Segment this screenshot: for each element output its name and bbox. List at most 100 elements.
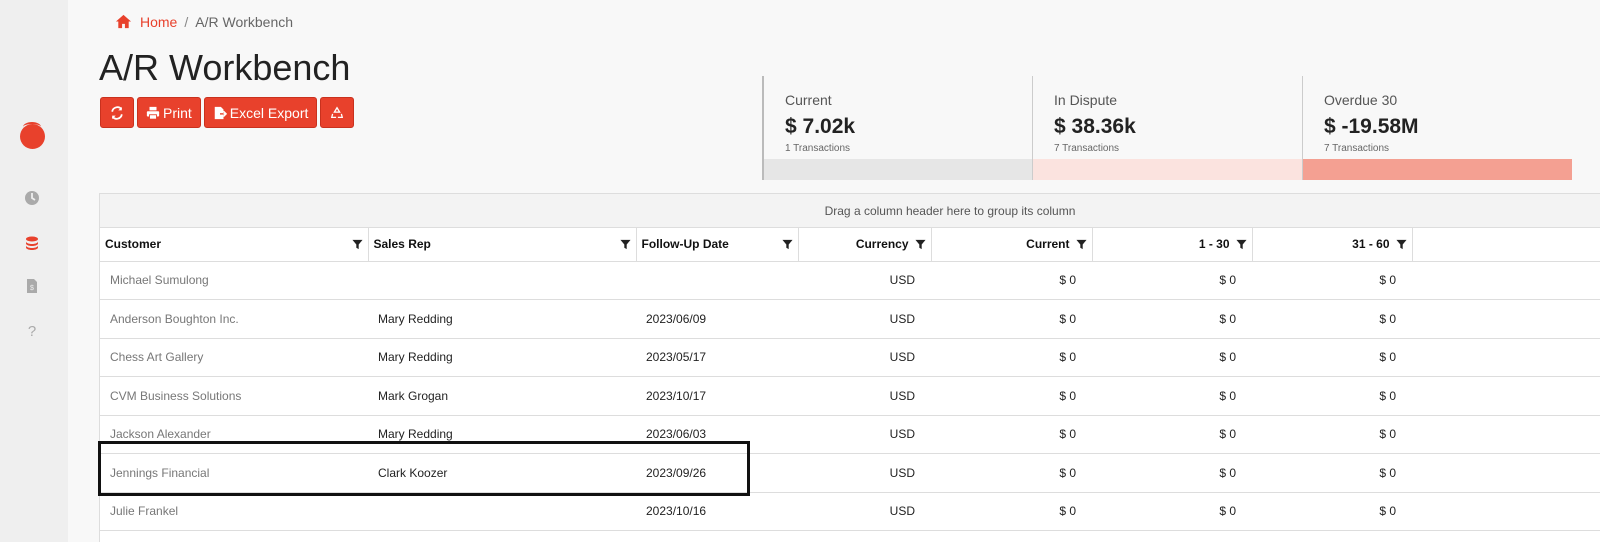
- kpi-bar: [1033, 159, 1302, 180]
- table-row[interactable]: Anderson Boughton Inc. Mary Redding 2023/0…: [100, 299, 1600, 339]
- table-cell: [368, 261, 636, 300]
- refresh-button[interactable]: [100, 97, 134, 128]
- table-cell: Mark Grogan: [368, 376, 636, 416]
- column-header[interactable]: Current: [931, 228, 1093, 262]
- table-cell: $ 0: [1092, 376, 1252, 416]
- svg-text:$: $: [30, 285, 34, 292]
- table-cell: $ 0: [931, 453, 1092, 493]
- page-title: A/R Workbench: [99, 47, 351, 88]
- table-cell: $ 0: [1252, 376, 1412, 416]
- filter-icon[interactable]: [351, 239, 363, 250]
- table-header-row: Customer Sales Rep Follow-Up Date Currency C…: [100, 228, 1600, 262]
- table-cell: $ 0: [1092, 299, 1252, 339]
- app-logo[interactable]: [20, 122, 45, 149]
- table-cell: [636, 261, 798, 300]
- table-cell: $ 0: [1412, 261, 1600, 300]
- group-drop-panel[interactable]: Drag a column header here to group its c…: [100, 194, 1600, 228]
- table-cell: $ 0: [1412, 453, 1600, 493]
- column-header-label: Currency: [855, 237, 909, 252]
- table-cell: $ 0: [1092, 453, 1252, 493]
- kpi-card-current[interactable]: Current $ 7.02k 1 Transactions: [762, 76, 1032, 180]
- filter-icon[interactable]: [1395, 239, 1407, 250]
- column-header[interactable]: 31 - 60: [1252, 228, 1413, 262]
- kpi-bar: [1303, 159, 1572, 180]
- table-cell: $ 0: [1092, 415, 1252, 454]
- table-row[interactable]: Jennings Financial Clark Koozer 2023/09/26…: [100, 453, 1600, 493]
- column-header-label: Customer: [105, 237, 162, 252]
- table-row[interactable]: Chess Art Gallery Mary Redding 2023/05/17 U…: [100, 338, 1600, 377]
- table-cell: 2023/10/17: [636, 376, 798, 416]
- table-cell: $ 0: [931, 376, 1092, 416]
- excel-export-button[interactable]: Excel Export: [203, 97, 318, 128]
- dashboard-icon[interactable]: [22, 188, 42, 208]
- table-row[interactable]: Michael SumulongUSD$ 0$ 0$ 0$ 0: [100, 261, 1600, 300]
- refresh-icon: [111, 105, 123, 120]
- kpi-label: Current: [785, 92, 832, 108]
- table-cell: Mary Redding: [368, 415, 636, 454]
- column-header[interactable]: Sales Rep: [368, 228, 637, 262]
- column-header-label: Current: [1026, 237, 1070, 252]
- table-cell: $ 0: [1092, 261, 1252, 300]
- table-cell[interactable]: Jackson Alexander: [100, 415, 368, 454]
- breadcrumb-current: A/R Workbench: [195, 13, 294, 30]
- kpi-value: $ 38.36k: [1054, 115, 1136, 138]
- table-cell[interactable]: Anderson Boughton Inc.: [100, 299, 368, 339]
- filter-icon[interactable]: [1075, 239, 1087, 250]
- column-header[interactable]: 1 - 30: [1092, 228, 1253, 262]
- table-cell: $ 0: [1252, 261, 1412, 300]
- kpi-card-overdue-30[interactable]: Overdue 30 $ -19.58M 7 Transactions: [1302, 76, 1572, 180]
- column-header[interactable]: Customer: [100, 228, 369, 262]
- table-cell[interactable]: Chess Art Gallery: [100, 338, 368, 377]
- table-row[interactable]: Jackson Alexander Mary Redding 2023/06/03 U…: [100, 415, 1600, 454]
- filter-icon[interactable]: [781, 239, 793, 250]
- table-cell: $ 0: [931, 261, 1092, 300]
- print-button[interactable]: Print: [137, 97, 201, 128]
- table-cell[interactable]: CVM Business Solutions: [100, 376, 368, 416]
- table-cell: $ 0: [1252, 453, 1412, 493]
- help-icon[interactable]: ?: [22, 321, 42, 341]
- kpi-card-in-dispute[interactable]: In Dispute $ 38.36k 7 Transactions: [1032, 76, 1302, 180]
- table-cell[interactable]: Michael Sumulong: [100, 261, 368, 300]
- table-cell: $ 0: [931, 338, 1092, 377]
- table-cell: USD: [798, 376, 931, 416]
- table-cell: Mary Redding: [368, 299, 636, 339]
- table-cell: [368, 492, 636, 531]
- column-header[interactable]: Follow-Up Date: [636, 228, 799, 262]
- table-row[interactable]: Julie Frankel2023/10/16USD$ 0$ 0$ 0$ 0: [100, 492, 1600, 531]
- filter-icon[interactable]: [619, 239, 631, 250]
- table-cell: $ 0: [1412, 415, 1600, 454]
- table-cell: $ 0: [1412, 338, 1600, 377]
- recycle-button[interactable]: [320, 97, 355, 128]
- table-cell: USD: [798, 299, 931, 339]
- ar-grid: Drag a column header here to group its c…: [99, 193, 1600, 542]
- table-cell: USD: [798, 453, 931, 493]
- file-export-icon: [214, 106, 227, 119]
- table-cell: $ 0: [1252, 299, 1412, 339]
- table-cell: $ 0: [1252, 338, 1412, 377]
- table-cell: $ 0: [1412, 376, 1600, 416]
- filter-icon[interactable]: [1235, 239, 1247, 250]
- printer-icon: [146, 106, 160, 120]
- column-header[interactable]: 61 - 90: [1412, 228, 1600, 262]
- invoice-icon[interactable]: $: [22, 276, 42, 296]
- table-cell: $ 0: [1252, 415, 1412, 454]
- column-header-label: 31 - 60: [1352, 237, 1390, 252]
- home-icon[interactable]: [115, 13, 132, 30]
- table-cell: $ 0: [1092, 492, 1252, 531]
- coins-icon[interactable]: [22, 233, 42, 253]
- toolbar: Print Excel Export: [100, 97, 355, 128]
- table-cell[interactable]: Julie Frankel: [100, 492, 368, 531]
- sidebar: $ ?: [0, 0, 68, 542]
- filter-icon[interactable]: [914, 239, 926, 250]
- table-cell: $ 0: [1252, 492, 1412, 531]
- column-header[interactable]: Currency: [798, 228, 932, 262]
- column-header-label: 1 - 30: [1198, 237, 1230, 252]
- table-cell[interactable]: Jennings Financial: [100, 453, 368, 493]
- group-hint-text: Drag a column header here to group its c…: [824, 203, 1076, 218]
- table-cell: Clark Koozer: [368, 453, 636, 493]
- table-cell: $ 0: [931, 415, 1092, 454]
- print-button-label: Print: [163, 104, 192, 121]
- table-body: Michael SumulongUSD$ 0$ 0$ 0$ 0Anderson …: [100, 261, 1600, 531]
- table-row[interactable]: CVM Business Solutions Mark Grogan 2023/10…: [100, 376, 1600, 416]
- breadcrumb-home-link[interactable]: Home: [140, 14, 177, 30]
